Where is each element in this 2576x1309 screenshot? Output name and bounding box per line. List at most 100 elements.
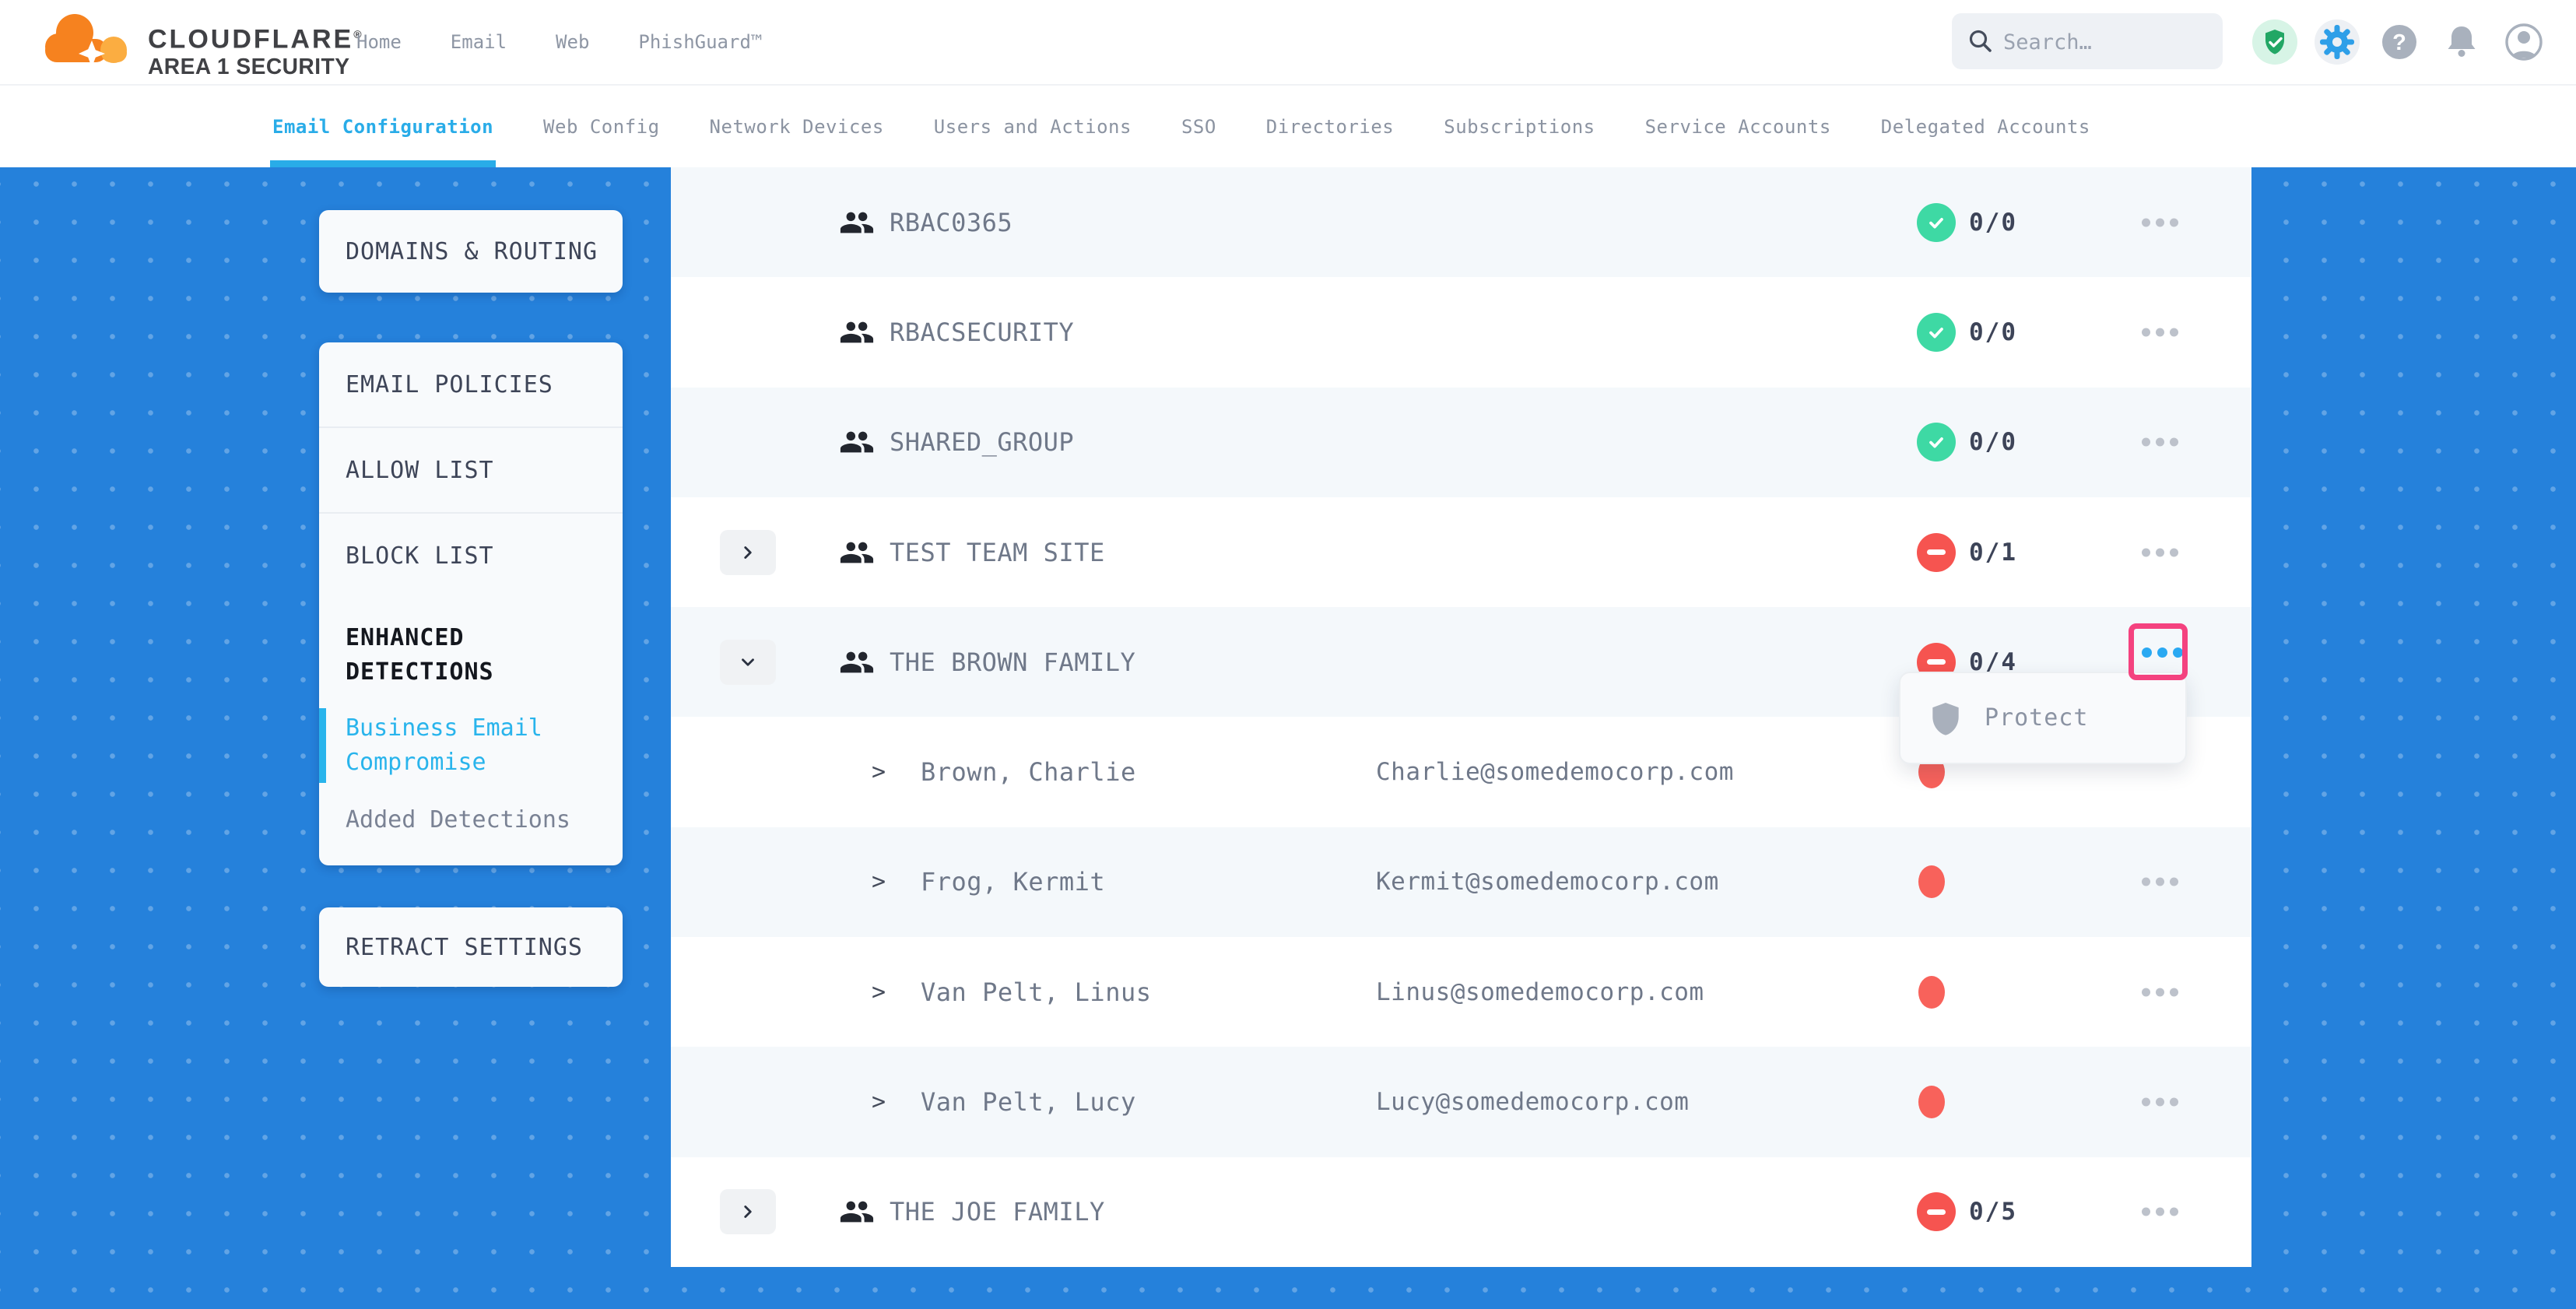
svg-text:?: ? [2392, 30, 2406, 55]
tab-directories[interactable]: Directories [1266, 86, 1394, 167]
table-row-group: RBAC0365 0/0 [671, 167, 2251, 277]
row-actions-menu[interactable] [2139, 328, 2181, 336]
sidebar-item-allow-list[interactable]: ALLOW LIST [319, 428, 623, 514]
sidebar-card-retract-settings[interactable]: RETRACT SETTINGS [319, 907, 623, 987]
row-actions-menu[interactable] [2139, 1208, 2181, 1216]
header-actions: ? [2244, 0, 2555, 84]
row-actions-menu[interactable] [2139, 988, 2181, 996]
table-row-group: SHARED_GROUP 0/0 [671, 388, 2251, 497]
sidebar-item-email-policies[interactable]: EMAIL POLICIES [319, 342, 623, 428]
account-avatar-icon[interactable] [2493, 22, 2555, 62]
member-email: Linus@somedemocorp.com [1376, 978, 1704, 1006]
status-unprotected-badge [1917, 1192, 1956, 1231]
brand-subtitle: AREA 1 SECURITY [148, 54, 355, 80]
search-input[interactable] [2002, 13, 2215, 71]
table-row-member: > Van Pelt, Linus Linus@somedemocorp.com [671, 937, 2251, 1047]
group-name: RBAC0365 [890, 208, 1013, 237]
sidebar-card-email-policies: EMAIL POLICIESALLOW LISTBLOCK LIST ENHAN… [319, 342, 623, 865]
security-verified-icon[interactable] [2244, 19, 2306, 65]
member-name: Van Pelt, Linus [921, 977, 1151, 1007]
status-protected-badge [1917, 313, 1956, 352]
table-row-group: TEST TEAM SITE 0/1 [671, 497, 2251, 607]
member-email: Kermit@somedemocorp.com [1376, 868, 1719, 896]
retract-settings-label: RETRACT SETTINGS [346, 934, 583, 961]
top-header: CLOUDFLARE® AREA 1 SECURITY Home Email Web… [0, 0, 2576, 84]
cloudflare-logo[interactable]: CLOUDFLARE® AREA 1 SECURITY [44, 8, 362, 80]
row-actions-menu[interactable] [2139, 878, 2181, 886]
cloudflare-cloud-icon [44, 8, 140, 76]
group-name: TEST TEAM SITE [890, 538, 1105, 567]
nav-link-home[interactable]: Home [356, 31, 402, 53]
sidebar-item-block-list[interactable]: BLOCK LIST [319, 514, 623, 598]
member-email: Lucy@somedemocorp.com [1376, 1088, 1689, 1116]
app-root: CLOUDFLARE® AREA 1 SECURITY Home Email Web… [0, 0, 2576, 1309]
expand-group-button[interactable] [720, 530, 776, 575]
table-row-group: RBACSECURITY 0/0 [671, 277, 2251, 387]
status-unprotected-dot [1918, 976, 1945, 1009]
tab-sso[interactable]: SSO [1181, 86, 1216, 167]
enhanced-detections-heading: ENHANCED DETECTIONS [319, 598, 623, 690]
group-name: RBACSECURITY [890, 318, 1074, 347]
sidebar-subitem-added-detections[interactable]: Added Detections [319, 802, 623, 839]
search-box[interactable] [1952, 13, 2223, 69]
nav-link-phishguard[interactable]: PhishGuard™ [638, 31, 762, 53]
tab-users-and-actions[interactable]: Users and Actions [934, 86, 1132, 167]
status-unprotected-badge [1917, 533, 1956, 572]
secondary-nav: Email Configuration Web Config Network Dev… [0, 84, 2576, 167]
row-actions-menu[interactable] [2139, 1098, 2181, 1107]
row-actions-menu[interactable] [2139, 548, 2181, 556]
group-people-icon [839, 644, 875, 680]
protected-count: 0/0 [1969, 428, 2017, 456]
status-unprotected-dot [1918, 865, 1945, 898]
protect-menu-label: Protect [1985, 704, 2088, 732]
group-name: SHARED_GROUP [890, 427, 1074, 457]
nav-link-email[interactable]: Email [451, 31, 507, 53]
chevron-right-icon: > [872, 1089, 886, 1116]
row-actions-menu[interactable] [2139, 218, 2181, 226]
protected-count: 0/1 [1969, 539, 2017, 567]
group-people-icon [839, 424, 875, 460]
tab-subscriptions[interactable]: Subscriptions [1444, 86, 1595, 167]
table-row-group: THE JOE FAMILY 0/5 [671, 1157, 2251, 1267]
chevron-right-icon: > [872, 978, 886, 1005]
collapse-group-button[interactable] [720, 640, 776, 685]
tab-service-accounts[interactable]: Service Accounts [1645, 86, 1831, 167]
help-icon[interactable]: ? [2368, 24, 2430, 60]
member-name: Van Pelt, Lucy [921, 1087, 1136, 1117]
protect-menu-item[interactable]: Protect [1900, 701, 2185, 735]
row-actions-menu[interactable] [2139, 647, 2185, 658]
tab-email-configuration[interactable]: Email Configuration [272, 86, 493, 167]
row-context-menu: Protect [1899, 672, 2187, 764]
domains-routing-label: DOMAINS & ROUTING [346, 238, 598, 265]
brand-title: CLOUDFLARE [148, 24, 353, 54]
member-email: Charlie@somedemocorp.com [1376, 758, 1734, 786]
tab-delegated-accounts[interactable]: Delegated Accounts [1881, 86, 2090, 167]
header-nav: Home Email Web PhishGuard™ [356, 0, 762, 84]
group-people-icon [839, 314, 875, 350]
nav-link-web[interactable]: Web [556, 31, 589, 53]
member-name: Brown, Charlie [921, 757, 1136, 787]
table-row-member: > Van Pelt, Lucy Lucy@somedemocorp.com [671, 1047, 2251, 1156]
sidebar-subitem-business-email-compromise[interactable]: Business Email Compromise [319, 710, 623, 781]
group-people-icon [839, 205, 875, 240]
tab-web-config[interactable]: Web Config [543, 86, 660, 167]
group-people-icon [839, 535, 875, 570]
protected-count: 0/5 [1969, 1198, 2017, 1226]
group-people-icon [839, 1194, 875, 1230]
group-name: THE JOE FAMILY [890, 1197, 1105, 1227]
chevron-right-icon: > [872, 869, 886, 896]
chevron-right-icon: > [872, 759, 886, 786]
status-protected-badge [1917, 203, 1956, 242]
status-unprotected-dot [1918, 1086, 1945, 1118]
member-name: Frog, Kermit [921, 867, 1105, 897]
status-protected-badge [1917, 423, 1956, 461]
table-row-member: > Frog, Kermit Kermit@somedemocorp.com [671, 827, 2251, 937]
expand-group-button[interactable] [720, 1189, 776, 1234]
tab-network-devices[interactable]: Network Devices [710, 86, 884, 167]
notifications-bell-icon[interactable] [2430, 23, 2493, 61]
protected-count: 0/0 [1969, 209, 2017, 237]
settings-gear-icon[interactable] [2306, 19, 2368, 65]
protected-count: 0/0 [1969, 318, 2017, 346]
row-actions-menu[interactable] [2139, 438, 2181, 447]
sidebar-card-domains-routing[interactable]: DOMAINS & ROUTING [319, 210, 623, 293]
